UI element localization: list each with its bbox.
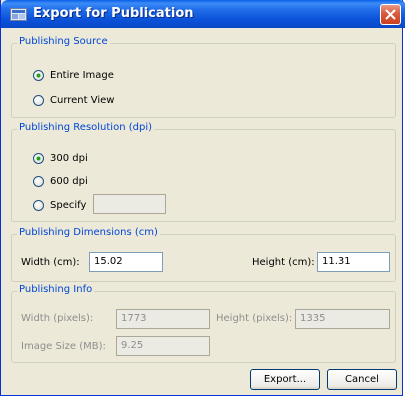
specify-label: Specify <box>50 200 87 211</box>
publishing-info-group: Publishing Info Width (pixels): 1773 Hei… <box>11 284 396 363</box>
image-size-label: Image Size (MB): <box>21 341 106 352</box>
publishing-dimensions-group: Publishing Dimensions (cm) Width (cm): 1… <box>11 227 396 282</box>
dpi-600-label: 600 dpi <box>50 176 88 187</box>
cancel-button[interactable]: Cancel <box>327 369 397 390</box>
dpi-300-label: 300 dpi <box>50 153 88 164</box>
dpi-300-radio[interactable] <box>33 153 44 164</box>
publishing-info-legend: Publishing Info <box>17 284 95 295</box>
close-button[interactable] <box>380 4 401 25</box>
dpi-600-radio[interactable] <box>33 176 44 187</box>
entire-image-radio[interactable] <box>33 70 44 81</box>
specify-radio[interactable] <box>33 200 44 211</box>
specify-dpi-input[interactable] <box>93 194 166 214</box>
width-pixels-label: Width (pixels): <box>21 313 94 324</box>
export-button[interactable]: Export... <box>250 369 320 390</box>
window-icon <box>10 8 27 21</box>
current-view-label: Current View <box>50 95 115 106</box>
entire-image-label: Entire Image <box>50 70 114 81</box>
height-cm-label: Height (cm): <box>252 257 315 268</box>
publishing-resolution-group: Publishing Resolution (dpi) 300 dpi 600 … <box>11 122 396 222</box>
publishing-source-legend: Publishing Source <box>17 36 110 47</box>
width-cm-input[interactable]: 15.02 <box>89 252 163 272</box>
publishing-dimensions-legend: Publishing Dimensions (cm) <box>17 227 160 238</box>
width-pixels-field: 1773 <box>116 309 210 329</box>
publishing-resolution-legend: Publishing Resolution (dpi) <box>17 122 154 133</box>
publishing-source-group: Publishing Source Entire Image Current V… <box>11 36 396 118</box>
window-title: Export for Publication <box>33 6 194 21</box>
export-dialog: Export for Publication Publishing Source… <box>0 0 405 396</box>
height-pixels-field: 1335 <box>295 309 390 329</box>
image-size-field: 9.25 <box>116 336 210 356</box>
height-pixels-label: Height (pixels): <box>216 313 293 324</box>
title-bar[interactable]: Export for Publication <box>1 0 405 28</box>
height-cm-input[interactable]: 11.31 <box>317 252 390 272</box>
close-icon <box>385 9 396 20</box>
width-cm-label: Width (cm): <box>21 257 80 268</box>
current-view-radio[interactable] <box>33 95 44 106</box>
